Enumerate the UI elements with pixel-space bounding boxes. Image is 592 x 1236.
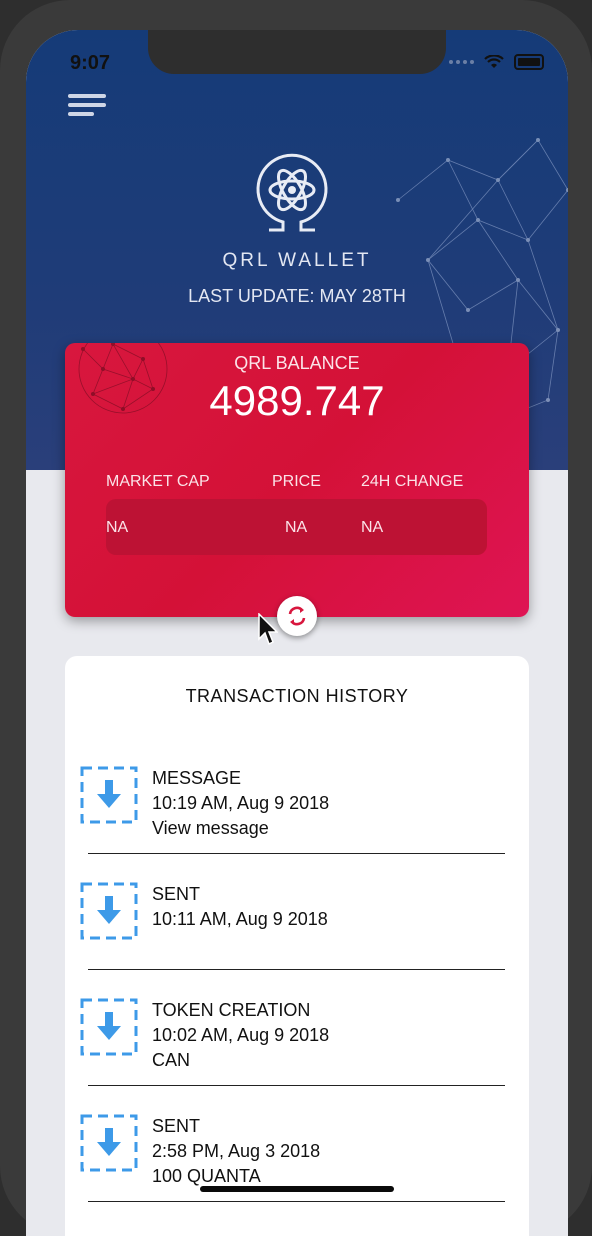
mouse-pointer-icon [258, 613, 278, 646]
signal-icon [449, 60, 474, 64]
last-update-label: LAST UPDATE: MAY 28TH [188, 286, 406, 306]
transaction-time: 10:02 AM, Aug 9 2018 [152, 1025, 330, 1045]
transaction-type: SENT [152, 884, 201, 904]
receive-download-icon [80, 1114, 138, 1172]
history-title: TRANSACTION HISTORY [185, 686, 409, 706]
divider [88, 1201, 505, 1202]
app-screen: QRL WALLET LAST UPDATE: MAY 28TH 9:07 QR… [26, 30, 568, 1236]
receive-download-icon [80, 882, 138, 940]
transaction-item[interactable]: TOKEN CREATION 10:02 AM, Aug 9 2018 CAN [65, 970, 529, 1086]
price-label: PRICE [272, 473, 321, 490]
transaction-item[interactable]: MESSAGE 10:19 AM, Aug 9 2018 View messag… [65, 738, 529, 854]
price-value: NA [285, 519, 308, 536]
market-cap-label: MARKET CAP [106, 473, 210, 490]
view-message-link[interactable]: View message [152, 816, 329, 841]
wifi-icon [484, 55, 504, 68]
battery-icon [514, 54, 544, 70]
refresh-icon [288, 606, 306, 626]
qrl-atom-logo-icon [256, 153, 328, 232]
home-indicator[interactable] [200, 1186, 394, 1192]
transaction-time: 2:58 PM, Aug 3 2018 [152, 1141, 321, 1161]
change-24h-value: NA [361, 519, 384, 536]
device-notch [148, 30, 446, 74]
transaction-history-panel: TRANSACTION HISTORY MESSAGE 10:19 AM, Au… [65, 656, 529, 1236]
app-title: QRL WALLET [222, 250, 372, 271]
transaction-item[interactable]: SENT 2:58 PM, Aug 3 2018 100 QUANTA [65, 1086, 529, 1202]
transaction-detail: CAN [152, 1050, 191, 1070]
transaction-type: SENT [152, 1116, 201, 1136]
refresh-button[interactable] [277, 596, 317, 636]
receive-download-icon [80, 766, 138, 824]
transaction-time: 10:19 AM, Aug 9 2018 [152, 793, 330, 813]
menu-button[interactable] [68, 94, 106, 120]
change-24h-label: 24H CHANGE [361, 473, 464, 490]
balance-value: 4989.747 [209, 377, 385, 424]
balance-label: QRL BALANCE [234, 353, 360, 373]
status-time: 9:07 [70, 52, 111, 74]
status-icons [449, 54, 544, 70]
transaction-type: MESSAGE [152, 768, 242, 788]
transaction-time: 10:11 AM, Aug 9 2018 [152, 909, 328, 929]
hamburger-menu-icon [68, 94, 106, 98]
balance-card: QRL BALANCE 4989.747 MARKET CAP PRICE 24… [65, 343, 529, 617]
receive-download-icon [80, 998, 138, 1056]
market-cap-value: NA [106, 519, 129, 536]
transaction-item[interactable]: SENT 10:11 AM, Aug 9 2018 [65, 854, 529, 970]
transaction-type: TOKEN CREATION [152, 1000, 311, 1020]
